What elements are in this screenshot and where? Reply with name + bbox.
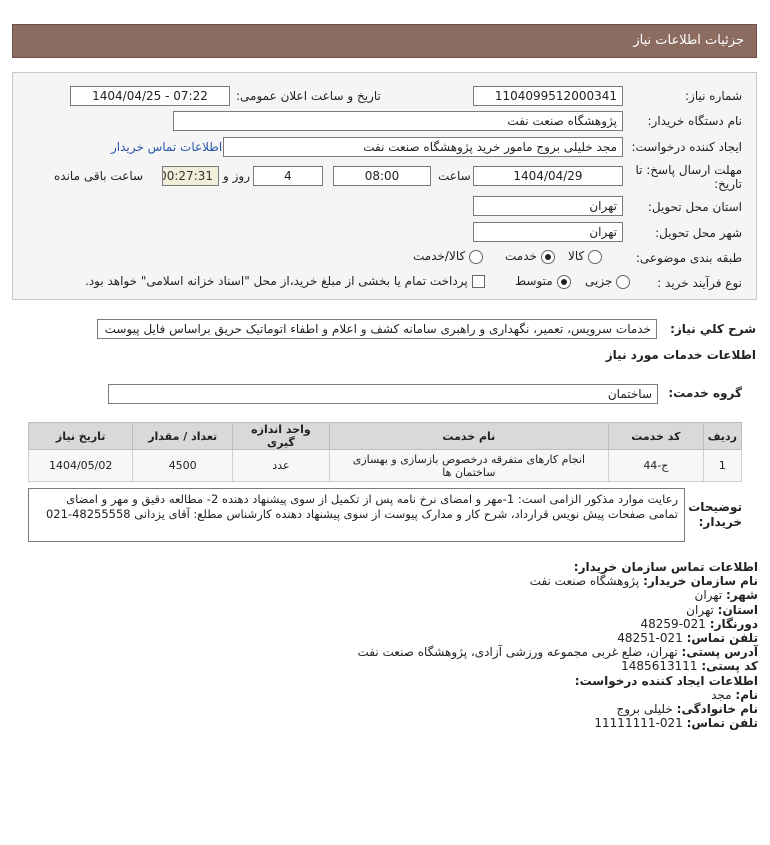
- requester-field: مجد خلیلی بروج مامور خرید پژوهشگاه صنعت …: [223, 137, 623, 157]
- deadline-time-field: 08:00: [333, 166, 431, 186]
- services-table: ردیف کد خدمت نام خدمت واحد اندازه گیری ت…: [27, 422, 743, 482]
- contact-province: تهران: [686, 602, 714, 617]
- contact-postal: 1485613111: [621, 659, 698, 674]
- time-label: ساعت: [438, 169, 471, 183]
- cell-service-code: ج-44: [607, 449, 704, 482]
- creator-phone-label: تلفن تماس:: [686, 716, 758, 731]
- page-header: جزئیات اطلاعات نیاز: [12, 24, 757, 58]
- contact-city-label: شهر:: [726, 588, 758, 603]
- table-header-row: ردیف کد خدمت نام خدمت واحد اندازه گیری ت…: [27, 422, 743, 450]
- creator-family-label: نام خانوادگی:: [676, 702, 758, 717]
- process-option-minor[interactable]: جزیی: [585, 274, 631, 289]
- days-label: روز و: [223, 169, 250, 183]
- province-field: تهران: [473, 196, 623, 216]
- province-label: استان محل تحویل:: [647, 200, 742, 214]
- cell-row: 1: [702, 449, 743, 482]
- payment-option[interactable]: پرداخت تمام یا بخشی از مبلغ خرید،از محل …: [85, 274, 485, 288]
- service-group-field: ساختمان: [108, 384, 658, 404]
- col-quantity: تعداد / مقدار: [132, 422, 234, 450]
- remaining-time-field: 00:27:31: [162, 166, 219, 186]
- description-field: خدمات سرویس، تعمیر، نگهداری و راهبری سام…: [97, 319, 657, 339]
- buyer-org-field: پژوهشگاه صنعت نفت: [173, 111, 623, 131]
- cell-service-name: انجام کارهای متفرقه درخصوص بازسازی و بهس…: [328, 449, 609, 482]
- contact-info: اطلاعات تماس سازمان خریدار: نام سازمان خ…: [18, 560, 758, 730]
- table-row: 1 ج-44 انجام کارهای متفرقه درخصوص بازساز…: [27, 449, 743, 482]
- cell-need-date: 1404/05/02: [27, 449, 134, 482]
- creator-title: اطلاعات ایجاد کننده درخواست:: [574, 673, 758, 688]
- days-field: 4: [253, 166, 323, 186]
- process-option-label: جزیی: [585, 274, 613, 288]
- category-option-goods-service[interactable]: کالا/خدمت: [413, 249, 484, 264]
- process-radio-medium[interactable]: [556, 274, 571, 289]
- city-label: شهر محل تحویل:: [655, 226, 742, 240]
- contact-fax-label: دورنگار:: [709, 616, 758, 631]
- buyer-notes-label: توضیحات خریدار:: [688, 500, 742, 529]
- col-row: ردیف: [702, 422, 743, 450]
- remaining-label: ساعت باقی مانده: [54, 169, 144, 183]
- deadline-date-field: 1404/04/29: [473, 166, 623, 186]
- contact-phone: 021-48251: [617, 631, 683, 646]
- process-label: نوع فرآیند خرید :: [657, 276, 742, 290]
- category-radio-goods-service[interactable]: [469, 249, 484, 264]
- contact-org-label: نام سازمان خریدار:: [643, 574, 758, 589]
- col-service-name: نام خدمت: [328, 422, 609, 450]
- buyer-org-label: نام دستگاه خریدار:: [647, 114, 743, 128]
- city-field: تهران: [473, 222, 623, 242]
- buyer-contact-link[interactable]: اطلاعات تماس خریدار: [111, 140, 222, 154]
- category-option-label: کالا/خدمت: [413, 249, 466, 263]
- announce-label: تاریخ و ساعت اعلان عمومی:: [236, 89, 381, 103]
- requester-label: ایجاد کننده درخواست:: [631, 140, 742, 154]
- process-option-label: متوسط: [515, 274, 553, 288]
- cell-unit: عدد: [232, 449, 330, 482]
- creator-name: مجد: [711, 687, 732, 702]
- col-need-date: تاریخ نیاز: [27, 422, 134, 450]
- contact-fax: 021-48259: [640, 616, 706, 631]
- contact-address: تهران، ضلع غربی مجموعه ورزشی آزادی، پژوه…: [357, 645, 678, 660]
- col-unit: واحد اندازه گیری: [232, 422, 330, 450]
- process-option-medium[interactable]: متوسط: [515, 274, 571, 289]
- contact-org: پژوهشگاه صنعت نفت: [529, 574, 640, 589]
- creator-family: خلیلی بروج: [616, 702, 673, 717]
- cell-quantity: 4500: [132, 449, 234, 482]
- contact-city: تهران: [694, 588, 723, 603]
- services-heading: اطلاعات خدمات مورد نیاز: [605, 348, 756, 362]
- need-details-panel: شماره نیاز: 1104099512000341 تاریخ و ساع…: [12, 72, 757, 300]
- contact-title: اطلاعات تماس سازمان خریدار:: [573, 560, 758, 574]
- category-option-label: کالا: [568, 249, 585, 263]
- contact-address-label: آدرس پستی:: [681, 645, 758, 660]
- announce-field: 1404/04/25 - 07:22: [70, 86, 230, 106]
- announce-value: 1404/04/25 - 07:22: [92, 89, 208, 103]
- contact-postal-label: کد پستی:: [701, 659, 758, 674]
- deadline-label-date: تاریخ:: [714, 177, 742, 191]
- payment-checkbox[interactable]: [471, 275, 485, 288]
- need-number-field: 1104099512000341: [473, 86, 623, 106]
- contact-phone-label: تلفن تماس:: [686, 631, 758, 646]
- buyer-notes-field: رعایت موارد مذکور الزامی است: 1-مهر و ام…: [28, 488, 685, 542]
- category-radio-goods[interactable]: [588, 249, 603, 264]
- category-label: طبقه بندی موضوعی:: [635, 251, 742, 265]
- need-number-label: شماره نیاز:: [685, 89, 742, 103]
- category-option-label: خدمت: [505, 249, 537, 263]
- contact-province-label: استان:: [717, 602, 758, 617]
- category-option-service[interactable]: خدمت: [505, 249, 555, 264]
- page-title: جزئیات اطلاعات نیاز: [633, 33, 744, 48]
- creator-name-label: نام:: [735, 687, 758, 702]
- description-label: شرح کلي نياز:: [670, 322, 756, 336]
- service-group-label: گروه خدمت:: [668, 386, 742, 400]
- payment-note: پرداخت تمام یا بخشی از مبلغ خرید،از محل …: [85, 274, 468, 288]
- process-radio-minor[interactable]: [616, 274, 631, 289]
- deadline-label: مهلت ارسال پاسخ: تا: [635, 163, 742, 177]
- category-radio-service[interactable]: [540, 249, 555, 264]
- creator-phone: 021-11111111: [594, 716, 683, 731]
- category-option-goods[interactable]: کالا: [568, 249, 603, 264]
- col-service-code: کد خدمت: [607, 422, 704, 450]
